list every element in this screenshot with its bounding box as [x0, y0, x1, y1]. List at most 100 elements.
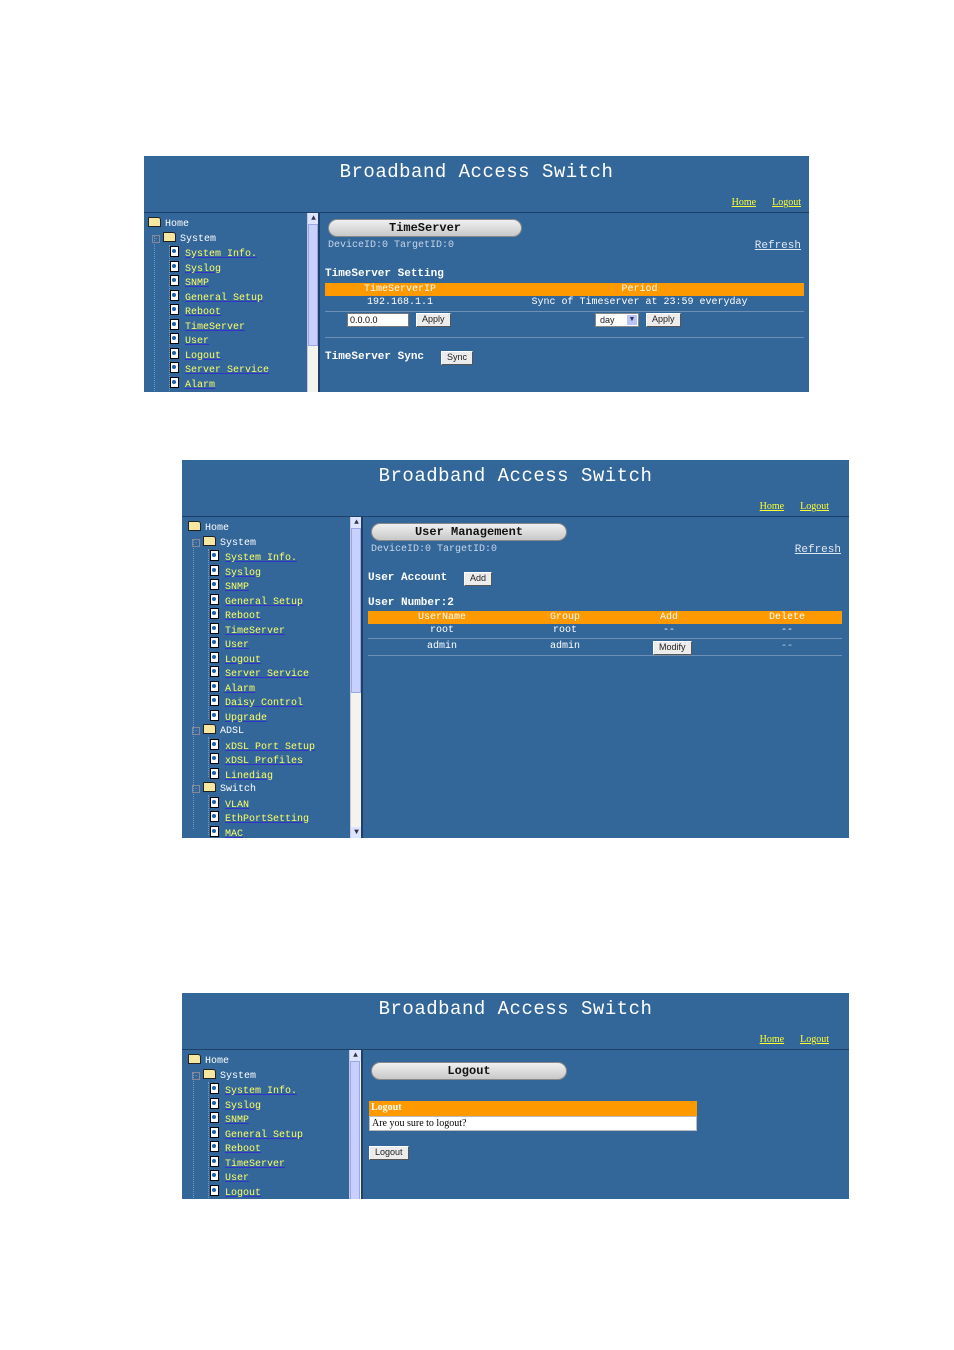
tree-item[interactable]: SNMP [188, 579, 315, 594]
tree-item[interactable]: Syslog [148, 260, 269, 276]
tree-item-link[interactable]: xDSL Profiles [225, 756, 303, 767]
tree-item[interactable]: xDSL Profiles [188, 753, 315, 768]
tree-item-link[interactable]: General Setup [225, 1130, 303, 1141]
tree-item-link[interactable]: Logout [225, 1188, 261, 1199]
scroll-thumb[interactable] [350, 1061, 360, 1199]
tree-item[interactable]: Reboot [188, 608, 315, 623]
logout-button[interactable]: Logout [369, 1146, 409, 1160]
tree-item-link[interactable]: SNMP [225, 1115, 249, 1126]
tree-item-link[interactable]: MAC [225, 829, 243, 839]
scroll-thumb[interactable] [351, 528, 361, 693]
collapse-icon[interactable]: - [192, 1071, 200, 1080]
tree-node-adsl[interactable]: - ADSL [188, 724, 315, 739]
tree-item-link[interactable]: Reboot [185, 307, 221, 318]
home-link[interactable]: Home [760, 501, 784, 512]
tree-node-home[interactable]: Home [188, 521, 315, 536]
tree-item[interactable]: Syslog [188, 1097, 303, 1113]
tree-item-link[interactable]: Alarm [185, 380, 215, 391]
tree-node-system[interactable]: - System [188, 535, 315, 551]
collapse-icon[interactable]: - [192, 727, 200, 735]
tree-item-link[interactable]: Reboot [225, 1144, 261, 1155]
tree-item-link[interactable]: Syslog [225, 568, 261, 579]
tree-item[interactable]: VLAN [188, 796, 315, 812]
tree-item[interactable]: TimeServer [188, 1155, 303, 1171]
tree-item-link[interactable]: General Setup [185, 293, 263, 304]
tree-item-link[interactable]: Syslog [185, 264, 221, 275]
tree-item[interactable]: System Info. [188, 550, 315, 565]
tree-item[interactable]: Linediag [188, 767, 315, 783]
tree-item-link[interactable]: Linediag [225, 771, 273, 782]
tree-item[interactable]: Upgrade [188, 709, 315, 725]
scroll-up-icon[interactable]: ▲ [350, 1050, 361, 1061]
logout-link[interactable]: Logout [800, 1034, 829, 1045]
tree-item-link[interactable]: Server Service [185, 365, 269, 376]
tree-item-link[interactable]: TimeServer [185, 322, 245, 333]
tree-item-link[interactable]: System Info. [185, 249, 257, 260]
tree-item-link[interactable]: Server Service [225, 669, 309, 680]
collapse-icon[interactable]: - [152, 234, 160, 243]
tree-node-switch[interactable]: - Switch [188, 782, 315, 797]
collapse-icon[interactable]: - [192, 538, 200, 547]
tree-item[interactable]: Reboot [188, 1141, 303, 1156]
refresh-link[interactable]: Refresh [755, 240, 801, 252]
tree-item[interactable]: Logout [188, 1184, 303, 1200]
logout-link[interactable]: Logout [800, 501, 829, 512]
tree-item[interactable]: General Setup [148, 289, 269, 305]
collapse-icon[interactable]: - [192, 785, 200, 793]
tree-node-system[interactable]: - System [188, 1068, 303, 1084]
tree-item-link[interactable]: EthPortSetting [225, 814, 309, 825]
tree-item-link[interactable]: Logout [185, 351, 221, 362]
nav-scrollbar[interactable]: ▲ [349, 1050, 361, 1199]
tree-item-link[interactable]: TimeServer [225, 1159, 285, 1170]
tree-item-link[interactable]: SNMP [185, 278, 209, 289]
tree-item[interactable]: General Setup [188, 1126, 303, 1142]
tree-item-link[interactable]: System Info. [225, 1086, 297, 1097]
tree-item[interactable]: Daisy Control [188, 695, 315, 710]
modify-user-button[interactable]: Modify [653, 641, 692, 655]
tree-item-link[interactable]: Upgrade [225, 713, 267, 724]
logout-link[interactable]: Logout [772, 197, 801, 208]
period-select[interactable]: day ▼ [595, 313, 639, 327]
home-link[interactable]: Home [760, 1034, 784, 1045]
scroll-thumb[interactable] [308, 224, 318, 346]
apply-ip-button[interactable]: Apply [416, 313, 451, 327]
tree-item-link[interactable]: TimeServer [225, 626, 285, 637]
tree-item[interactable]: General Setup [188, 593, 315, 609]
tree-item-link[interactable]: User [225, 1173, 249, 1184]
sync-button[interactable]: Sync [441, 351, 474, 365]
tree-node-home[interactable]: Home [188, 1054, 303, 1069]
tree-item[interactable]: Reboot [148, 304, 269, 319]
tree-item[interactable]: MAC [188, 825, 315, 839]
tree-item-link[interactable]: User [185, 336, 209, 347]
tree-item[interactable]: Syslog [188, 564, 315, 580]
tree-item[interactable]: SNMP [188, 1112, 303, 1127]
tree-item[interactable]: Server Service [148, 362, 269, 377]
tree-item-link[interactable]: xDSL Port Setup [225, 742, 315, 753]
tree-item[interactable]: System Info. [148, 246, 269, 261]
home-link[interactable]: Home [732, 197, 756, 208]
apply-period-button[interactable]: Apply [646, 313, 681, 327]
tree-item[interactable]: xDSL Port Setup [188, 738, 315, 754]
timeserver-ip-input[interactable]: 0.0.0.0 [347, 313, 409, 327]
tree-item[interactable]: TimeServer [148, 318, 269, 334]
tree-item-link[interactable]: Reboot [225, 611, 261, 622]
tree-item[interactable]: User [188, 1170, 303, 1185]
tree-item-link[interactable]: VLAN [225, 800, 249, 811]
tree-item-link[interactable]: SNMP [225, 582, 249, 593]
tree-item[interactable]: Alarm [188, 680, 315, 696]
tree-item-link[interactable]: Syslog [225, 1101, 261, 1112]
tree-item-link[interactable]: System Info. [225, 553, 297, 564]
tree-item-link[interactable]: General Setup [225, 597, 303, 608]
tree-item[interactable]: User [148, 333, 269, 348]
tree-node-system[interactable]: - System [148, 231, 269, 247]
tree-item-link[interactable]: Logout [225, 655, 261, 666]
tree-item[interactable]: System Info. [188, 1083, 303, 1098]
add-user-button[interactable]: Add [464, 572, 493, 586]
tree-item[interactable]: TimeServer [188, 622, 315, 638]
tree-item[interactable]: Logout [188, 651, 315, 667]
tree-item[interactable]: User [188, 637, 315, 652]
tree-node-home[interactable]: Home [148, 217, 269, 232]
tree-item[interactable]: Server Service [188, 666, 315, 681]
tree-item[interactable]: SNMP [148, 275, 269, 290]
tree-item-link[interactable]: Daisy Control [225, 698, 303, 709]
